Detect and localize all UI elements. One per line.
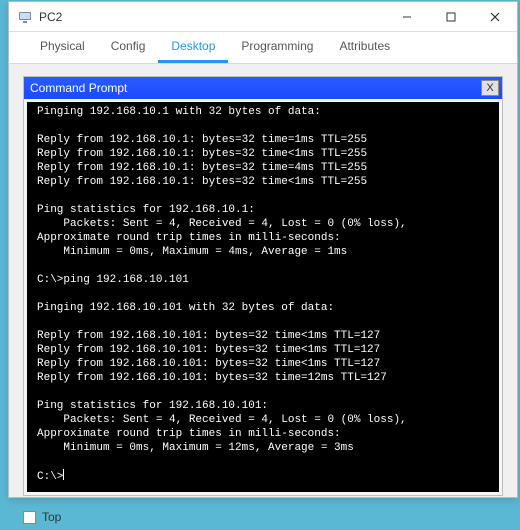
titlebar[interactable]: PC2 [9, 2, 517, 32]
tab-physical[interactable]: Physical [27, 32, 98, 63]
app-icon [17, 9, 33, 25]
app-window: PC2 Physical Config Desktop Programming … [8, 1, 518, 498]
window-title: PC2 [39, 10, 385, 24]
terminal-output[interactable]: Pinging 192.168.10.1 with 32 bytes of da… [27, 102, 499, 492]
close-icon: X [486, 82, 493, 94]
tab-attributes[interactable]: Attributes [326, 32, 403, 63]
command-prompt-titlebar[interactable]: Command Prompt X [24, 77, 502, 99]
top-checkbox[interactable] [23, 511, 36, 524]
command-prompt-window: Command Prompt X Pinging 192.168.10.1 wi… [23, 76, 503, 496]
top-label: Top [42, 510, 61, 524]
workspace: Command Prompt X Pinging 192.168.10.1 wi… [9, 64, 517, 504]
minimize-button[interactable] [385, 2, 429, 32]
tab-programming[interactable]: Programming [228, 32, 326, 63]
tab-config[interactable]: Config [98, 32, 159, 63]
tab-bar: Physical Config Desktop Programming Attr… [9, 32, 517, 64]
close-button[interactable] [473, 2, 517, 32]
footer: Top [9, 504, 517, 530]
tab-desktop[interactable]: Desktop [158, 32, 228, 63]
command-prompt-close-button[interactable]: X [481, 80, 499, 96]
maximize-button[interactable] [429, 2, 473, 32]
command-prompt-title: Command Prompt [30, 81, 481, 95]
